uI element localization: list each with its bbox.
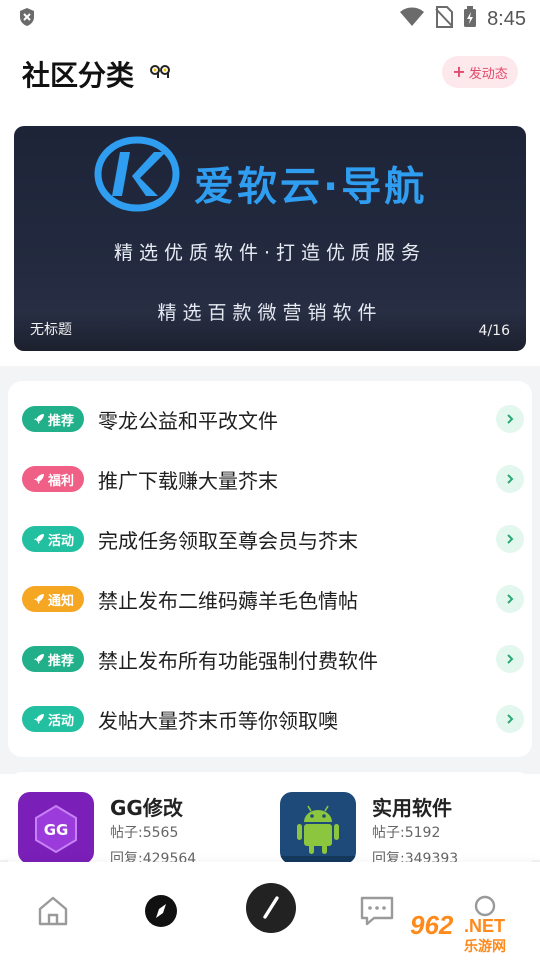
announcement-title: 禁止发布所有功能强制付费软件	[98, 648, 378, 673]
category-posts: 帖子:5192	[372, 825, 441, 841]
post-button-label: 发动态	[468, 66, 508, 82]
quote-deco-icon	[150, 64, 172, 83]
watermark-name: 乐游网	[464, 939, 506, 955]
no-sim-icon	[435, 6, 454, 32]
battery-charging-icon	[463, 6, 477, 32]
chevron-right-icon[interactable]	[496, 525, 524, 553]
list-item[interactable]: 活动 发帖大量芥末币等你领取噢	[8, 689, 532, 749]
home-icon[interactable]	[36, 894, 70, 932]
banner-tagline: 精选优质软件·打造优质服务	[113, 242, 427, 264]
message-icon[interactable]	[358, 894, 396, 932]
list-item[interactable]: 福利 推广下载赚大量芥末	[8, 449, 532, 509]
rocket-icon	[33, 414, 44, 424]
banner-brand: 爱软云·导航	[194, 164, 428, 210]
discover-icon[interactable]	[143, 893, 179, 933]
plus-icon: +	[452, 62, 466, 81]
category-item-tools[interactable]: 实用软件 帖子:5192 回复:349393	[280, 792, 530, 872]
wifi-icon	[399, 7, 425, 31]
banner-counter: 4/16	[478, 323, 510, 339]
status-time: 8:45	[487, 7, 526, 30]
svg-text:GG: GG	[44, 821, 69, 839]
chevron-right-icon[interactable]	[496, 585, 524, 613]
gg-icon: GG	[18, 792, 94, 864]
rocket-icon	[33, 714, 44, 724]
announcement-list: 推荐 零龙公益和平改文件 福利 推广下载赚大量芥末 活动 完成任务领取至尊会员与…	[8, 381, 532, 757]
watermark-domain: .NET	[464, 916, 506, 936]
shield-icon	[18, 7, 36, 31]
announcement-title: 完成任务领取至尊会员与芥末	[98, 528, 358, 553]
category-name: 实用软件	[372, 796, 452, 820]
tag-badge: 推荐	[22, 646, 84, 672]
list-item[interactable]: 推荐 禁止发布所有功能强制付费软件	[8, 629, 532, 689]
category-posts: 帖子:5565	[110, 825, 179, 841]
page-title: 社区分类	[22, 59, 135, 92]
list-item[interactable]: 推荐 零龙公益和平改文件	[8, 389, 532, 449]
tag-badge: 通知	[22, 586, 84, 612]
header: 社区分类 + 发动态	[0, 38, 540, 110]
tag-badge: 福利	[22, 466, 84, 492]
banner-caption: 无标题	[30, 322, 72, 338]
tag-badge: 推荐	[22, 406, 84, 432]
announcement-title: 推广下载赚大量芥末	[98, 468, 278, 493]
list-item[interactable]: 通知 禁止发布二维码薅羊毛色情帖	[8, 569, 532, 629]
rocket-icon	[33, 594, 44, 604]
site-watermark: 962 .NET 乐游网	[400, 910, 534, 956]
chevron-right-icon[interactable]	[496, 645, 524, 673]
category-item-gg[interactable]: GG GG修改 帖子:5565 回复:429564	[18, 792, 268, 872]
announcement-title: 发帖大量芥末币等你领取噢	[98, 708, 338, 733]
tag-badge: 活动	[22, 706, 84, 732]
compose-icon[interactable]	[245, 882, 297, 938]
chevron-right-icon[interactable]	[496, 705, 524, 733]
announcement-title: 零龙公益和平改文件	[98, 408, 278, 433]
rocket-icon	[33, 474, 44, 484]
rocket-icon	[33, 654, 44, 664]
post-button[interactable]: + 发动态	[442, 56, 518, 88]
status-bar: 8:45	[0, 0, 540, 38]
brand-logo-icon	[92, 134, 182, 218]
chevron-right-icon[interactable]	[496, 465, 524, 493]
banner-overlay	[14, 311, 526, 351]
list-item[interactable]: 活动 完成任务领取至尊会员与芥末	[8, 509, 532, 569]
rocket-icon	[33, 534, 44, 544]
banner-carousel[interactable]: 爱软云·导航 精选优质软件·打造优质服务 精选百款微营销软件 无标题 4/16	[14, 126, 526, 351]
category-name: GG修改	[110, 796, 183, 820]
announcement-title: 禁止发布二维码薅羊毛色情帖	[98, 588, 358, 613]
watermark-number: 962	[410, 910, 454, 940]
tag-badge: 活动	[22, 526, 84, 552]
android-icon	[280, 792, 356, 864]
chevron-right-icon[interactable]	[496, 405, 524, 433]
